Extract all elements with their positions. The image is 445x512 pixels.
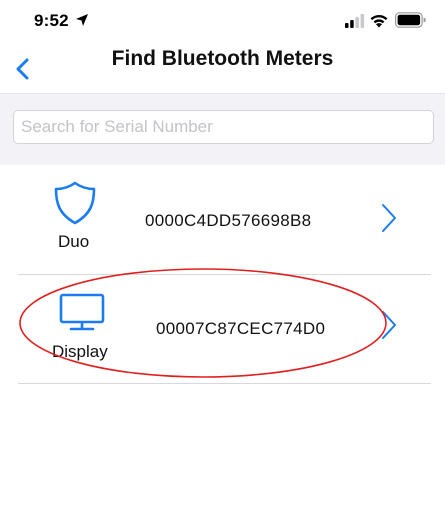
meter-row-display[interactable]: Display 00007C87CEC774D0 [18,275,431,385]
navigation-bar: Find Bluetooth Meters [0,44,445,94]
page-title: Find Bluetooth Meters [111,47,334,70]
shield-icon [53,181,97,225]
meter-type-label: Duo [58,232,90,251]
meter-type-label: Display [52,342,108,361]
status-time: 9:52 [34,11,69,30]
wifi-icon [370,14,388,28]
serial-search-input[interactable] [13,110,434,144]
row-divider [18,383,431,384]
meter-serial-number: 00007C87CEC774D0 [156,319,326,338]
chevron-right-icon [382,311,396,339]
chevron-right-icon [382,204,396,232]
monitor-icon [59,293,105,333]
meter-list: Duo 0000C4DD576698B8 Display 00007C87CEC… [0,165,445,512]
meter-serial-number: 0000C4DD576698B8 [145,211,312,230]
location-arrow-icon [76,14,88,26]
meter-row-duo[interactable]: Duo 0000C4DD576698B8 [18,165,431,275]
cellular-signal-icon [345,14,365,28]
status-bar: 9:52 [0,0,445,44]
search-section [0,93,445,165]
battery-icon [395,12,426,28]
